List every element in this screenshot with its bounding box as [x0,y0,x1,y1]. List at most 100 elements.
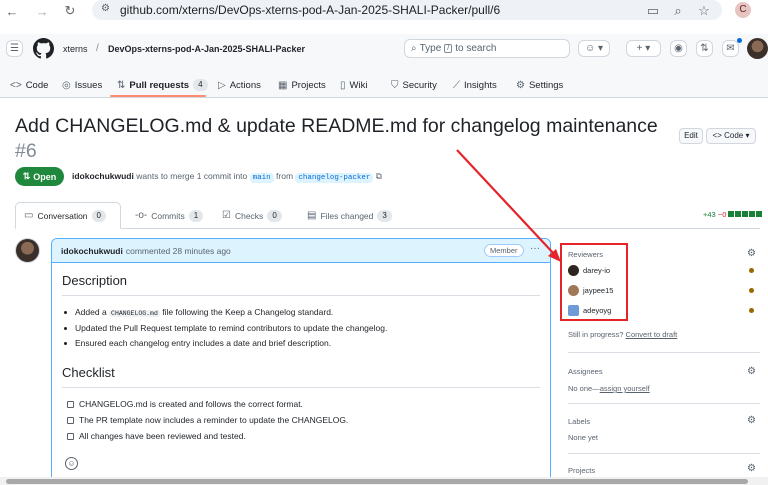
convert-to-draft-link[interactable]: Convert to draft [626,330,678,339]
tab-label: Insights [464,79,497,91]
projects-heading: Projects [568,466,596,475]
projects-gear-icon[interactable]: ⚙ [747,463,756,474]
site-info-icon[interactable]: ⚙ [101,3,110,14]
tab-wiki[interactable]: ▯ Wiki [340,72,367,98]
more-options-icon[interactable]: ··· [530,243,540,254]
tab-files-changed[interactable]: ▤ Files changed 3 [307,202,392,229]
copy-icon[interactable]: ⧉ [376,171,382,181]
create-new-button[interactable]: + ▾ [626,40,661,57]
divider [568,403,760,404]
zoom-icon[interactable]: ⌕ [670,3,686,19]
tab-projects[interactable]: ▦ Projects [278,72,326,98]
labels-gear-icon[interactable]: ⚙ [747,415,756,426]
checklist-item[interactable]: The PR template now includes a reminder … [67,415,348,425]
code-button[interactable]: <> Code ▾ [706,128,756,144]
notification-dot [737,38,742,43]
url-text[interactable]: github.com/xterns/DevOps-xterns-pod-A-Ja… [120,3,500,17]
user-avatar-header[interactable] [747,38,768,59]
add-reaction-icon[interactable]: ☺ [65,457,78,470]
profile-avatar[interactable]: C [735,2,751,18]
comment-icon: ▭ [24,210,34,221]
bullet-dot [64,310,67,314]
assignees-heading: Assignees [568,367,603,376]
pr-author-link[interactable]: idokochukwudi [72,171,134,181]
draft-prefix: Still in progress? [568,330,624,339]
tab-security[interactable]: ⛉ Security [391,72,437,98]
divider [568,453,760,454]
tab-code[interactable]: <> Code [10,72,48,98]
search-placeholder-suffix: to search [455,43,497,54]
comment-author[interactable]: idokochukwudi [61,246,123,256]
tab-label: Settings [528,79,564,91]
comment-time[interactable]: commented 28 minutes ago [126,246,231,256]
tab-label: Security [402,79,437,91]
diff-deletions: −0 [717,210,727,219]
code-button-label: Code [724,131,744,140]
checkbox[interactable] [67,416,74,424]
base-branch[interactable]: main [249,173,274,183]
issues-icon[interactable]: ◉ [670,40,687,57]
menu-icon[interactable]: ☰ [6,40,23,57]
reload-icon[interactable]: ↻ [62,3,78,19]
file-diff-icon: ▤ [307,210,317,221]
checklist-item[interactable]: CHANGELOG.md is created and follows the … [67,399,303,409]
head-branch[interactable]: changelog-packer [295,173,374,183]
tab-insights[interactable]: ⟋ Insights [453,72,497,98]
divider [62,295,540,296]
scrollbar-thumb[interactable] [6,479,748,484]
back-icon[interactable]: ← [4,3,20,19]
list-item: Added a CHANGELOG.md file following the … [64,307,333,317]
checklist-text: All changes have been reviewed and teste… [79,431,246,441]
merge-summary: idokochukwudi wants to merge 1 commit in… [72,171,382,183]
checklist-item[interactable]: All changes have been reviewed and teste… [67,431,246,441]
assignees-gear-icon[interactable]: ⚙ [747,366,756,377]
github-logo-icon[interactable] [33,38,54,59]
tab-actions[interactable]: ▷ Actions [218,72,261,98]
tab-checks[interactable]: ☑ Checks 0 [222,202,282,229]
list-item: Ensured each changelog entry includes a … [64,338,331,348]
bullet-text: Added a [75,307,107,317]
code-icon: <> [10,79,22,91]
search-input[interactable]: ⌕ Type / to search [404,39,570,58]
edit-button[interactable]: Edit [679,128,703,144]
copilot-button[interactable]: ☺ ▾ [578,40,610,57]
tab-label: Wiki [349,79,368,91]
pull-requests-icon[interactable]: ⇅ [696,40,713,57]
plus-icon: + [636,43,643,54]
reviewers-gear-icon[interactable]: ⚙ [747,248,756,259]
checkbox[interactable] [67,432,74,440]
diff-block [749,211,756,217]
tab-label: Files changed [320,210,374,221]
tab-commits[interactable]: -o- Commits 1 [135,202,204,229]
address-bar[interactable]: ⚙ github.com/xterns/DevOps-xterns-pod-A-… [92,0,722,20]
install-app-icon[interactable]: ▭ [645,3,661,19]
diff-additions: +43 [703,210,716,219]
checkbox[interactable] [67,400,74,408]
tab-count: 1 [188,209,204,222]
graph-icon: ⟋ [453,79,460,91]
breadcrumb-repo[interactable]: DevOps-xterns-pod-A-Jan-2025-SHALI-Packe… [108,44,305,54]
table-icon: ▦ [278,79,288,91]
tab-settings[interactable]: ⚙ Settings [516,72,563,98]
inbox-icon[interactable]: ✉ [722,40,739,57]
commit-icon: -o- [135,210,148,221]
tab-count: 3 [377,209,392,222]
checklist-heading: Checklist [62,365,115,380]
tab-issues[interactable]: ◎ Issues [62,72,102,98]
pull-request-icon: ⇅ [22,171,31,181]
breadcrumb-separator: / [96,43,99,54]
chevron-down-icon: ▾ [645,43,651,54]
bookmark-star-icon[interactable]: ☆ [696,3,712,19]
book-icon: ▯ [340,79,346,91]
draft-prompt: Still in progress? Convert to draft [568,330,677,339]
pending-review-dot [749,288,754,293]
breadcrumb-owner[interactable]: xterns [63,44,88,54]
comment-box: idokochukwudi commented 28 minutes ago M… [51,238,551,485]
forward-icon[interactable]: → [34,3,50,19]
tab-conversation[interactable]: ▭ Conversation 0 [15,202,121,229]
search-shortcut-key: / [444,44,453,53]
assign-yourself-link[interactable]: assign yourself [600,384,650,393]
avatar[interactable] [15,238,40,263]
divider [62,387,540,388]
status-badge: ⇅ Open [15,167,64,186]
